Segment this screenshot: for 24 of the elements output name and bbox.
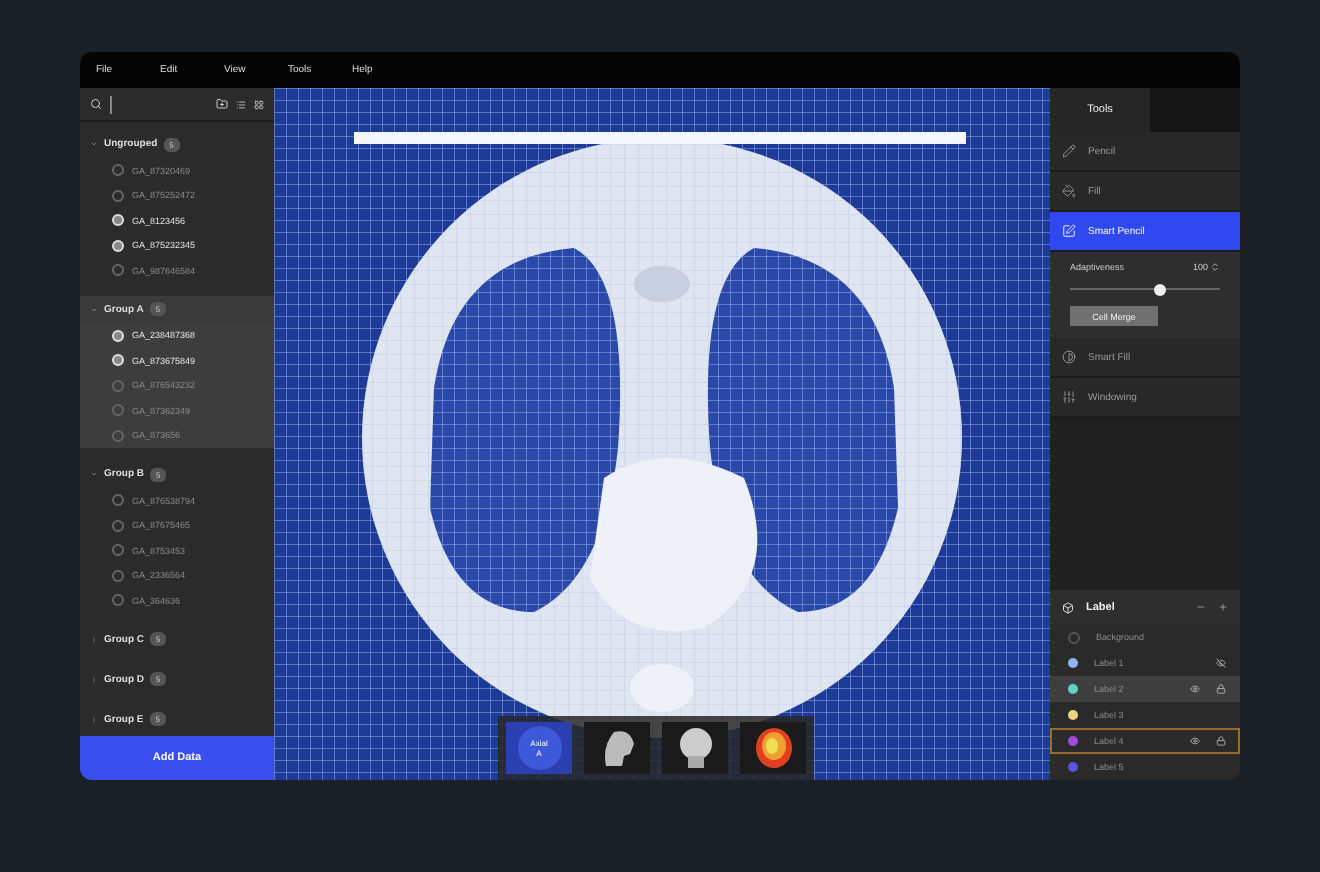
eye-icon[interactable] — [1190, 736, 1200, 746]
slider-thumb[interactable] — [1154, 283, 1166, 295]
folder-plus-icon[interactable] — [216, 98, 228, 110]
lock-icon[interactable] — [1216, 736, 1226, 746]
view-thumbnail[interactable] — [740, 722, 806, 774]
pencil-square-icon — [1062, 224, 1076, 238]
eye-icon[interactable] — [1190, 684, 1200, 694]
empty-circle-icon — [1068, 631, 1080, 643]
cube-icon — [1062, 601, 1074, 613]
pencil-icon — [1062, 144, 1076, 158]
skull-front-drawing — [677, 726, 713, 770]
search-icon[interactable] — [90, 98, 102, 110]
paint-bucket-icon — [1062, 184, 1076, 198]
grid-icon[interactable] — [254, 99, 264, 109]
view-thumbnail[interactable] — [584, 722, 650, 774]
list-icon[interactable] — [236, 99, 246, 109]
sliders-icon — [1062, 390, 1076, 404]
heatmap-drawing — [753, 726, 793, 770]
eye-off-icon[interactable] — [1216, 658, 1226, 668]
view-thumbnail[interactable] — [662, 722, 728, 774]
stepper-icon[interactable] — [1210, 262, 1220, 272]
half-circle-icon — [1062, 350, 1076, 364]
plus-icon[interactable] — [1218, 602, 1228, 612]
lock-icon[interactable] — [1216, 684, 1226, 694]
